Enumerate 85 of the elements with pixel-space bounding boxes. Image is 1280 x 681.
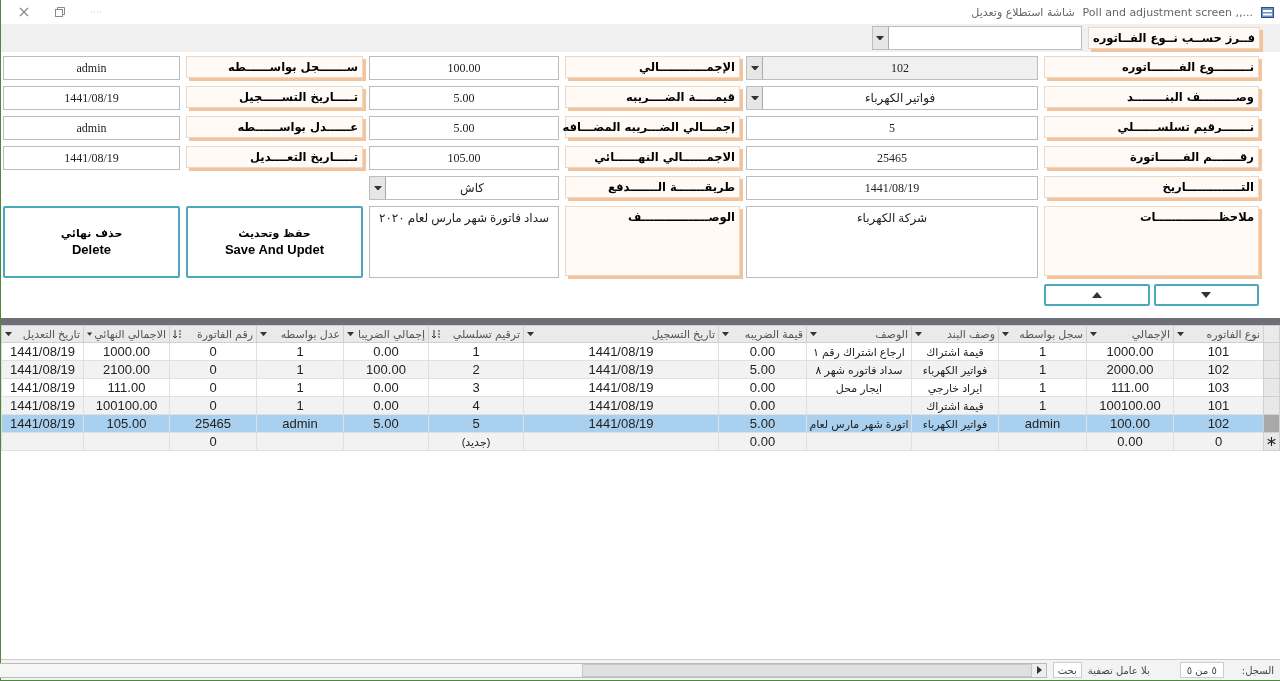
column-header[interactable]: تاريخ التعديل (1, 325, 84, 343)
caret-icon (5, 331, 12, 337)
notes-label: ملاحظــــــــــــــــات (1044, 206, 1259, 276)
input-field[interactable]: 100.00 (369, 56, 559, 80)
caret-icon (1177, 331, 1184, 337)
input-field[interactable]: 5.00 (369, 86, 559, 110)
record-position-field[interactable]: ٥ من ٥ (1179, 662, 1224, 678)
field-label: تـــــاريخ التعــــديل (186, 146, 363, 168)
caret-icon (347, 331, 354, 337)
asterisk-icon (1267, 436, 1276, 446)
close-button[interactable] (19, 7, 29, 17)
input-field[interactable]: 5 (746, 116, 1038, 140)
restore-icon (55, 7, 65, 17)
column-header[interactable]: الإجمالي (1086, 325, 1174, 343)
field-label: طريقـــــــة الـــــــدفع (565, 176, 740, 198)
previous-button[interactable] (1044, 284, 1150, 306)
column-header[interactable]: الاجمالي النهائي (83, 325, 170, 343)
column-header[interactable]: الوصف (806, 325, 912, 343)
field-label: الاجمــــــالي النهــــــائي (565, 146, 740, 168)
input-field[interactable]: 1441/08/19 (746, 176, 1038, 200)
input-field[interactable]: 105.00 (369, 146, 559, 170)
field-label: نـــــــــوع الفـــــــاتوره (1044, 56, 1259, 78)
sort-icon (432, 330, 441, 338)
column-header[interactable]: رقم الفاتورة (169, 325, 257, 343)
caret-icon (876, 35, 885, 41)
field-label: التــــــــــــــاريخ (1044, 176, 1259, 198)
input-field[interactable]: 1441/08/19 (3, 146, 180, 170)
field-label: رقـــــــم الفــــــاتورة (1044, 146, 1259, 168)
caret-icon (1090, 331, 1097, 337)
caret-icon (750, 95, 759, 101)
form-icon (1261, 6, 1274, 18)
scroll-thumb[interactable] (581, 663, 1032, 677)
field-label: ســـــــجل بواســــــطه (186, 56, 363, 78)
input-field[interactable]: 25465 (746, 146, 1038, 170)
description-field[interactable]: سداد فاتورة شهر مارس لعام ٢٠٢٠ (369, 206, 559, 278)
input-field[interactable]: 5.00 (369, 116, 559, 140)
sort-label: فــرز حســب نــوع الفــاتوره (1087, 27, 1260, 49)
description-label: الوصـــــــــــــــــف (565, 206, 740, 276)
dropdown-button[interactable] (370, 177, 386, 199)
field-label: الإجمــــــــــــالي (565, 56, 740, 78)
dropdown-field[interactable]: 102 (746, 56, 1038, 80)
field-label: قيمـــــة الضــــريبه (565, 86, 740, 108)
window-title: ...,, Poll and adjustment screen (1082, 5, 1253, 19)
input-field[interactable]: admin (3, 116, 180, 140)
field-label: نـــــــرقيم تسلســــــلي (1044, 116, 1259, 138)
record-label: السجل: (1241, 664, 1274, 676)
dropdown-field[interactable]: كاش (369, 176, 559, 200)
sort-icon (173, 330, 182, 338)
horizontal-scrollbar[interactable] (0, 662, 1047, 678)
caret-icon (1002, 331, 1009, 337)
column-header[interactable]: نوع الفاتوره (1173, 325, 1264, 343)
caret-icon (527, 331, 534, 337)
column-header[interactable]: سجل بواسطه (998, 325, 1087, 343)
caret-icon (810, 331, 817, 337)
caret-icon (722, 331, 729, 337)
notes-field[interactable]: شركة الكهرباء (746, 206, 1038, 278)
caret-icon (915, 331, 922, 337)
column-header[interactable]: إجمالي الضريبا (343, 325, 429, 343)
close-icon (19, 7, 29, 17)
up-arrow-icon (1091, 292, 1102, 298)
next-button[interactable] (1153, 284, 1259, 306)
caret-icon (260, 331, 267, 337)
field-label: إجمـــالي الضـــريبه المضـــافه (565, 116, 740, 138)
input-field[interactable]: 1441/08/19 (3, 86, 180, 110)
column-header[interactable]: تاريخ التسجيل (523, 325, 719, 343)
field-label: وصـــــــــف البنــــــــد (1044, 86, 1259, 108)
dropdown-button[interactable] (872, 27, 889, 49)
caret-icon (87, 331, 93, 337)
caret-icon (373, 185, 382, 191)
column-header[interactable]: عدل بواسطه (256, 325, 344, 343)
restore-button[interactable] (55, 7, 65, 17)
column-header[interactable]: وصف البند (911, 325, 999, 343)
dropdown-button[interactable] (747, 87, 763, 109)
field-label: عــــــدل بواســــــطه (186, 116, 363, 138)
dropdown-field[interactable]: فواتير الكهرباء (746, 86, 1038, 110)
field-label: تـــــاريخ التســـــجيل (186, 86, 363, 108)
input-field[interactable]: admin (3, 56, 180, 80)
dropdown-button[interactable] (747, 57, 763, 79)
caret-icon (750, 65, 759, 71)
search-field[interactable]: بحث (1052, 662, 1082, 678)
window-subtitle: شاشة استطلاع وتعديل (971, 5, 1075, 19)
down-arrow-icon (1201, 292, 1212, 298)
column-header[interactable]: ترقيم تسلسلي (428, 325, 524, 343)
column-header[interactable]: قيمة الضريبه (718, 325, 807, 343)
filter-status[interactable]: بلا عامل تصفية (1087, 664, 1150, 676)
